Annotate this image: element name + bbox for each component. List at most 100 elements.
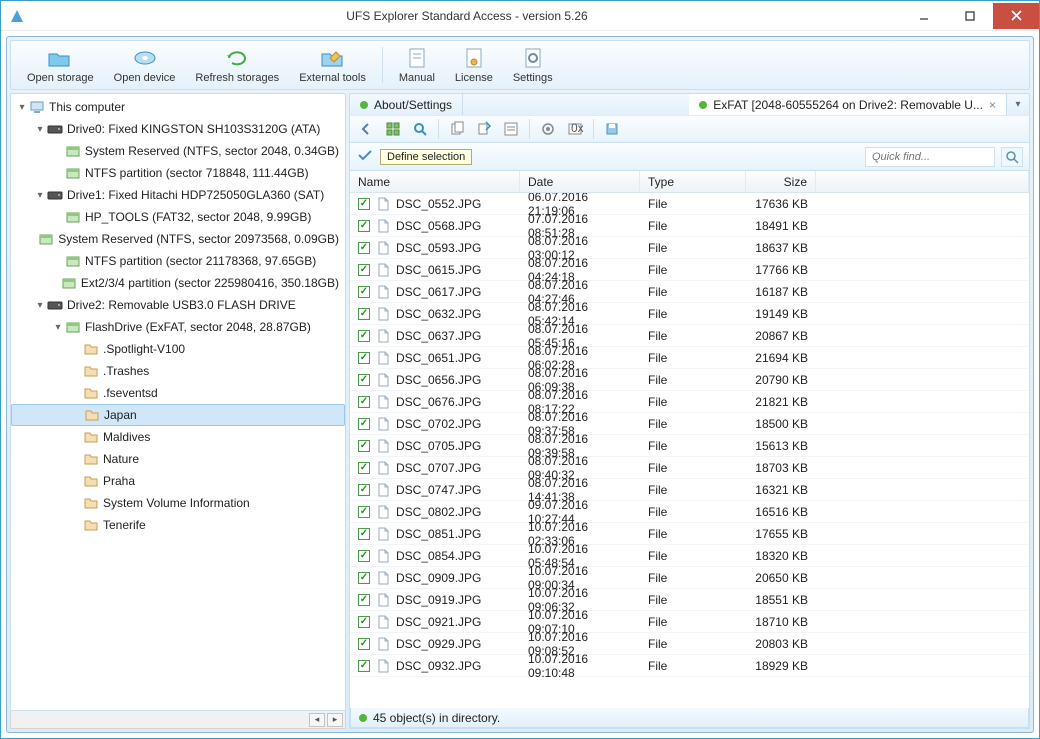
select-all-button[interactable] xyxy=(381,118,405,140)
back-button[interactable] xyxy=(354,118,378,140)
tree-node[interactable]: .fseventsd xyxy=(11,382,345,404)
tree-node[interactable]: System Volume Information xyxy=(11,492,345,514)
checkbox-icon[interactable]: ✓ xyxy=(358,440,370,452)
file-row[interactable]: ✓DSC_0747.JPG 08.07.2016 14:41:38 File 1… xyxy=(350,479,1029,501)
col-date[interactable]: Date xyxy=(520,171,640,192)
tree-node[interactable]: ▾ FlashDrive (ExFAT, sector 2048, 28.87G… xyxy=(11,316,345,338)
tree-node[interactable]: Tenerife xyxy=(11,514,345,536)
hex-button[interactable]: 0x xyxy=(563,118,587,140)
file-row[interactable]: ✓DSC_0929.JPG 10.07.2016 09:08:52 File 2… xyxy=(350,633,1029,655)
checkbox-icon[interactable]: ✓ xyxy=(358,550,370,562)
file-row[interactable]: ✓DSC_0676.JPG 08.07.2016 08:17:22 File 2… xyxy=(350,391,1029,413)
tree-node[interactable]: ▾ Drive0: Fixed KINGSTON SH103S3120G (AT… xyxy=(11,118,345,140)
file-row[interactable]: ✓DSC_0637.JPG 08.07.2016 05:45:16 File 2… xyxy=(350,325,1029,347)
file-row[interactable]: ✓DSC_0632.JPG 08.07.2016 05:42:14 File 1… xyxy=(350,303,1029,325)
tree-node[interactable]: NTFS partition (sector 21178368, 97.65GB… xyxy=(11,250,345,272)
checkbox-icon[interactable]: ✓ xyxy=(358,638,370,650)
scroll-left-button[interactable]: ◂ xyxy=(309,713,325,727)
copy-button[interactable] xyxy=(445,118,469,140)
tree-node[interactable]: Nature xyxy=(11,448,345,470)
open-storage-button[interactable]: Open storage xyxy=(17,43,104,87)
storage-tree[interactable]: ▾ This computer ▾ Drive0: Fixed KINGSTON… xyxy=(10,93,346,711)
checkbox-icon[interactable]: ✓ xyxy=(358,352,370,364)
col-name[interactable]: Name xyxy=(350,171,520,192)
file-row[interactable]: ✓DSC_0932.JPG 10.07.2016 09:10:48 File 1… xyxy=(350,655,1029,677)
checkbox-icon[interactable]: ✓ xyxy=(358,198,370,210)
checkbox-icon[interactable]: ✓ xyxy=(358,286,370,298)
checkbox-icon[interactable]: ✓ xyxy=(358,462,370,474)
checkbox-icon[interactable]: ✓ xyxy=(358,660,370,672)
copy-to-button[interactable] xyxy=(472,118,496,140)
file-grid[interactable]: ✓DSC_0552.JPG 06.07.2016 21:19:06 File 1… xyxy=(350,193,1029,708)
col-type[interactable]: Type xyxy=(640,171,746,192)
checkbox-icon[interactable]: ✓ xyxy=(358,506,370,518)
external-tools-button[interactable]: External tools xyxy=(289,43,376,87)
file-row[interactable]: ✓DSC_0919.JPG 10.07.2016 09:06:32 File 1… xyxy=(350,589,1029,611)
checkbox-icon[interactable]: ✓ xyxy=(358,616,370,628)
expander-icon[interactable]: ▾ xyxy=(33,124,47,135)
tree-h-scrollbar[interactable]: ◂ ▸ xyxy=(10,711,346,729)
save-button[interactable] xyxy=(600,118,624,140)
maximize-button[interactable] xyxy=(947,3,993,29)
tree-node[interactable]: Japan xyxy=(11,404,345,426)
tab-exfat[interactable]: ExFAT [2048-60555264 on Drive2: Removabl… xyxy=(689,94,1007,115)
properties-button[interactable] xyxy=(499,118,523,140)
tree-node[interactable]: Maldives xyxy=(11,426,345,448)
expander-icon[interactable]: ▾ xyxy=(33,300,47,311)
col-size[interactable]: Size xyxy=(746,171,816,192)
quick-find-input[interactable] xyxy=(865,147,995,167)
file-row[interactable]: ✓DSC_0593.JPG 08.07.2016 03:00:12 File 1… xyxy=(350,237,1029,259)
file-row[interactable]: ✓DSC_0702.JPG 08.07.2016 09:37:58 File 1… xyxy=(350,413,1029,435)
scroll-right-button[interactable]: ▸ xyxy=(327,713,343,727)
manual-button[interactable]: Manual xyxy=(389,43,445,87)
tree-node[interactable]: .Spotlight-V100 xyxy=(11,338,345,360)
tree-node[interactable]: ▾ Drive1: Fixed Hitachi HDP725050GLA360 … xyxy=(11,184,345,206)
file-row[interactable]: ✓DSC_0851.JPG 10.07.2016 02:33:06 File 1… xyxy=(350,523,1029,545)
tree-node[interactable]: Ext2/3/4 partition (sector 225980416, 35… xyxy=(11,272,345,294)
tab-about-settings[interactable]: About/Settings xyxy=(350,94,463,115)
checkbox-icon[interactable]: ✓ xyxy=(358,594,370,606)
checkbox-icon[interactable]: ✓ xyxy=(358,418,370,430)
expander-icon[interactable]: ▾ xyxy=(51,322,65,333)
tabs-overflow-button[interactable]: ▾ xyxy=(1007,94,1029,115)
checkbox-icon[interactable]: ✓ xyxy=(358,264,370,276)
find-button[interactable] xyxy=(408,118,432,140)
expander-icon[interactable]: ▾ xyxy=(33,190,47,201)
tree-node[interactable]: .Trashes xyxy=(11,360,345,382)
expander-icon[interactable]: ▾ xyxy=(15,102,29,113)
file-row[interactable]: ✓DSC_0552.JPG 06.07.2016 21:19:06 File 1… xyxy=(350,193,1029,215)
tree-node[interactable]: HP_TOOLS (FAT32, sector 2048, 9.99GB) xyxy=(11,206,345,228)
file-row[interactable]: ✓DSC_0707.JPG 08.07.2016 09:40:32 File 1… xyxy=(350,457,1029,479)
file-row[interactable]: ✓DSC_0705.JPG 08.07.2016 09:39:58 File 1… xyxy=(350,435,1029,457)
checkbox-icon[interactable]: ✓ xyxy=(358,484,370,496)
close-button[interactable] xyxy=(993,3,1039,29)
tree-node[interactable]: ▾ Drive2: Removable USB3.0 FLASH DRIVE xyxy=(11,294,345,316)
file-row[interactable]: ✓DSC_0854.JPG 10.07.2016 05:48:54 File 1… xyxy=(350,545,1029,567)
checkbox-icon[interactable]: ✓ xyxy=(358,330,370,342)
checkbox-icon[interactable]: ✓ xyxy=(358,308,370,320)
file-row[interactable]: ✓DSC_0909.JPG 10.07.2016 09:00:34 File 2… xyxy=(350,567,1029,589)
file-row[interactable]: ✓DSC_0615.JPG 08.07.2016 04:24:18 File 1… xyxy=(350,259,1029,281)
license-button[interactable]: License xyxy=(445,43,503,87)
checkbox-icon[interactable]: ✓ xyxy=(358,374,370,386)
quick-find-button[interactable] xyxy=(1001,147,1023,167)
checkbox-icon[interactable]: ✓ xyxy=(358,242,370,254)
minimize-button[interactable] xyxy=(901,3,947,29)
tree-node[interactable]: System Reserved (NTFS, sector 20973568, … xyxy=(11,228,345,250)
file-row[interactable]: ✓DSC_0656.JPG 08.07.2016 06:09:38 File 2… xyxy=(350,369,1029,391)
tree-node[interactable]: ▾ This computer xyxy=(11,96,345,118)
tree-node[interactable]: NTFS partition (sector 718848, 111.44GB) xyxy=(11,162,345,184)
settings-button[interactable]: Settings xyxy=(503,43,563,87)
file-row[interactable]: ✓DSC_0921.JPG 10.07.2016 09:07:10 File 1… xyxy=(350,611,1029,633)
checkbox-icon[interactable]: ✓ xyxy=(358,528,370,540)
tab-close-icon[interactable]: × xyxy=(989,98,996,112)
tree-node[interactable]: Praha xyxy=(11,470,345,492)
checkbox-icon[interactable]: ✓ xyxy=(358,220,370,232)
file-row[interactable]: ✓DSC_0617.JPG 08.07.2016 04:27:46 File 1… xyxy=(350,281,1029,303)
refresh-storages-button[interactable]: Refresh storages xyxy=(185,43,289,87)
file-row[interactable]: ✓DSC_0651.JPG 08.07.2016 06:02:28 File 2… xyxy=(350,347,1029,369)
checkbox-icon[interactable]: ✓ xyxy=(358,572,370,584)
file-row[interactable]: ✓DSC_0568.JPG 07.07.2016 08:51:28 File 1… xyxy=(350,215,1029,237)
tree-node[interactable]: System Reserved (NTFS, sector 2048, 0.34… xyxy=(11,140,345,162)
checkbox-icon[interactable]: ✓ xyxy=(358,396,370,408)
